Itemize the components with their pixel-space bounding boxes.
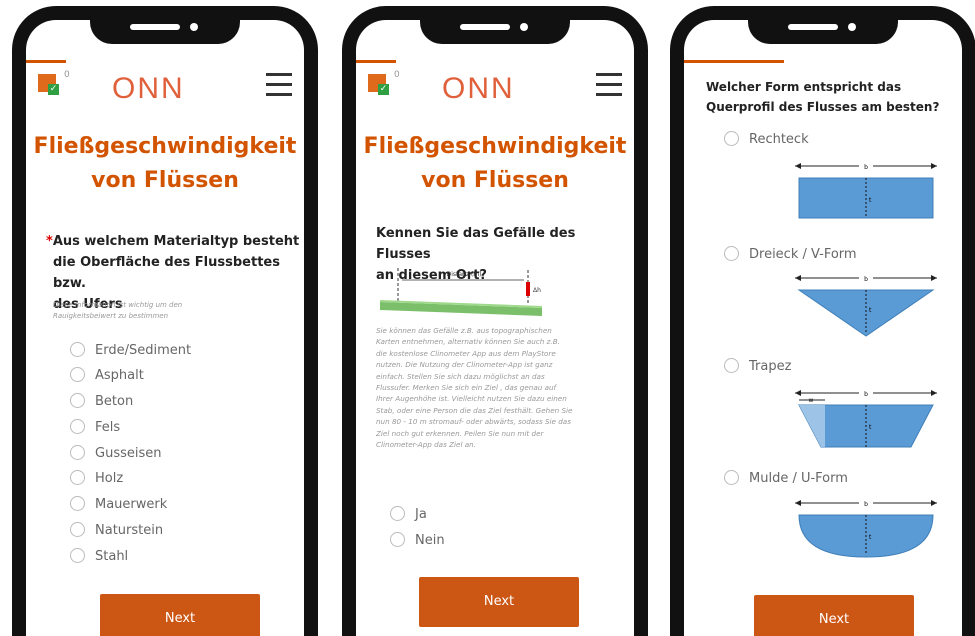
radio-option[interactable]: Ja bbox=[390, 505, 427, 525]
logo: ONN bbox=[112, 72, 185, 105]
height-label: Δh bbox=[533, 287, 541, 294]
progress-bar bbox=[26, 60, 66, 63]
points-count: 0 bbox=[394, 70, 400, 80]
phone-screen-1: ✓ 0 ONN Fließgeschwindigkeit von Flüssen … bbox=[26, 20, 304, 636]
rectangle-profile-icon: b t bbox=[795, 161, 937, 219]
radio-button bbox=[724, 358, 739, 373]
logo: ONN bbox=[442, 72, 515, 105]
svg-text:b: b bbox=[864, 276, 868, 283]
radio-option[interactable]: Dreieck / V-Form bbox=[724, 245, 857, 265]
radio-option[interactable]: Fels bbox=[70, 418, 120, 438]
phone-frame-2: ✓ 0 ONN Fließgeschwindigkeit von Flüssen … bbox=[342, 6, 648, 636]
radio-option[interactable]: Rechteck bbox=[724, 130, 809, 150]
radio-button bbox=[70, 342, 85, 357]
required-mark: * bbox=[46, 234, 53, 249]
phone-notch bbox=[420, 14, 570, 44]
phone-frame-3: Welcher Form entspricht das Querprofil d… bbox=[670, 6, 975, 636]
radio-button bbox=[390, 506, 405, 521]
radio-button bbox=[70, 522, 85, 537]
svg-text:w: w bbox=[809, 397, 814, 404]
radio-button bbox=[70, 393, 85, 408]
menu-icon[interactable] bbox=[266, 73, 292, 96]
progress-bar bbox=[356, 60, 396, 63]
radio-button bbox=[724, 131, 739, 146]
trapezoid-profile-icon: b w t bbox=[795, 388, 937, 448]
radio-button bbox=[70, 548, 85, 563]
radio-option[interactable]: Nein bbox=[390, 531, 445, 551]
flag-icon[interactable]: ✓ bbox=[38, 74, 59, 95]
next-button[interactable]: Next bbox=[419, 577, 579, 627]
radio-option[interactable]: Stahl bbox=[70, 547, 128, 567]
next-button[interactable]: Next bbox=[754, 595, 914, 636]
radio-button bbox=[70, 445, 85, 460]
radio-button bbox=[724, 246, 739, 261]
question: Welcher Form entspricht das Querprofil d… bbox=[706, 80, 940, 114]
svg-text:b: b bbox=[864, 164, 868, 171]
phone-screen-3: Welcher Form entspricht das Querprofil d… bbox=[684, 20, 962, 636]
phone-notch bbox=[748, 14, 898, 44]
radio-button bbox=[70, 496, 85, 511]
radio-option[interactable]: Mauerwerk bbox=[70, 495, 167, 515]
radio-option[interactable]: Mulde / U-Form bbox=[724, 469, 848, 489]
radio-button bbox=[70, 470, 85, 485]
question-hint: Diese Information ist wichtig um den Raui… bbox=[53, 301, 183, 320]
phone-notch bbox=[90, 14, 240, 44]
instruction-text: Sie können das Gefälle z.B. aus topograp… bbox=[376, 326, 573, 450]
radio-button bbox=[724, 470, 739, 485]
radio-option[interactable]: Holz bbox=[70, 469, 123, 489]
radio-option[interactable]: Erde/Sediment bbox=[70, 341, 191, 361]
points-count: 0 bbox=[64, 70, 70, 80]
phone-screen-2: ✓ 0 ONN Fließgeschwindigkeit von Flüssen … bbox=[356, 20, 634, 636]
slope-diagram: Distanz (m) Δh bbox=[380, 268, 542, 316]
check-icon: ✓ bbox=[378, 84, 389, 95]
check-icon: ✓ bbox=[48, 84, 59, 95]
radio-option[interactable]: Trapez bbox=[724, 357, 791, 377]
menu-icon[interactable] bbox=[596, 73, 622, 96]
next-button[interactable]: Next bbox=[100, 594, 260, 636]
page-title: Fließgeschwindigkeit von Flüssen bbox=[33, 134, 297, 193]
radio-option[interactable]: Beton bbox=[70, 392, 133, 412]
radio-option[interactable]: Gusseisen bbox=[70, 444, 161, 464]
radio-option[interactable]: Naturstein bbox=[70, 521, 163, 541]
svg-text:b: b bbox=[864, 501, 868, 508]
flag-icon[interactable]: ✓ bbox=[368, 74, 389, 95]
page-title: Fließgeschwindigkeit von Flüssen bbox=[363, 134, 627, 193]
radio-option[interactable]: Asphalt bbox=[70, 366, 144, 386]
progress-bar bbox=[684, 60, 784, 63]
u-profile-icon: b t bbox=[795, 498, 937, 558]
radio-button bbox=[390, 532, 405, 547]
radio-button bbox=[70, 419, 85, 434]
distance-label: Distanz (m) bbox=[447, 271, 482, 278]
phone-frame-1: ✓ 0 ONN Fließgeschwindigkeit von Flüssen … bbox=[12, 6, 318, 636]
svg-text:b: b bbox=[864, 391, 868, 398]
v-profile-icon: b t bbox=[795, 273, 937, 337]
radio-button bbox=[70, 367, 85, 382]
